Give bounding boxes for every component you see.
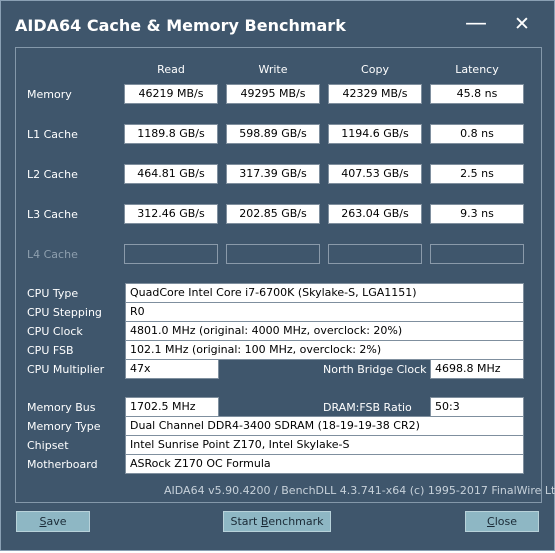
row-label-l2: L2 Cache — [27, 168, 78, 181]
cpu-fsb-value: 102.1 MHz (original: 100 MHz, overclock:… — [125, 340, 524, 360]
l3-copy: 263.04 GB/s — [328, 204, 422, 224]
l2-copy: 407.53 GB/s — [328, 164, 422, 184]
memory-type-label: Memory Type — [27, 420, 101, 433]
motherboard-label: Motherboard — [27, 458, 98, 471]
col-header-read: Read — [157, 63, 185, 76]
cpu-clock-value: 4801.0 MHz (original: 4000 MHz, overcloc… — [125, 321, 524, 341]
nb-clock-label: North Bridge Clock — [323, 363, 427, 376]
row-label-memory: Memory — [27, 88, 72, 101]
memory-write: 49295 MB/s — [226, 84, 320, 104]
window-title: AIDA64 Cache & Memory Benchmark — [15, 16, 346, 35]
save-button[interactable]: Save — [16, 511, 90, 532]
l3-latency: 9.3 ns — [430, 204, 524, 224]
bench-label-start: Start — [230, 515, 261, 528]
cpu-clock-label: CPU Clock — [27, 325, 83, 338]
col-header-write: Write — [258, 63, 288, 76]
l1-copy: 1194.6 GB/s — [328, 124, 422, 144]
row-label-l3: L3 Cache — [27, 208, 78, 221]
l1-latency: 0.8 ns — [430, 124, 524, 144]
col-header-latency: Latency — [455, 63, 499, 76]
cpu-type-label: CPU Type — [27, 287, 79, 300]
chipset-value: Intel Sunrise Point Z170, Intel Skylake-… — [125, 435, 524, 455]
memory-bus-value: 1702.5 MHz — [125, 397, 219, 417]
cpu-multiplier-label: CPU Multiplier — [27, 363, 105, 376]
memory-latency: 45.8 ns — [430, 84, 524, 104]
cpu-fsb-label: CPU FSB — [27, 344, 74, 357]
memory-bus-label: Memory Bus — [27, 401, 96, 414]
version-footer: AIDA64 v5.90.4200 / BenchDLL 4.3.741-x64… — [164, 484, 555, 497]
cpu-multiplier-value: 47x — [125, 359, 219, 379]
cpu-type-value: QuadCore Intel Core i7-6700K (Skylake-S,… — [125, 283, 524, 303]
title-bar: AIDA64 Cache & Memory Benchmark — ✕ — [1, 1, 554, 47]
close-icon[interactable]: ✕ — [509, 12, 535, 36]
l3-write: 202.85 GB/s — [226, 204, 320, 224]
l4-write — [226, 244, 320, 264]
l1-read: 1189.8 GB/s — [124, 124, 218, 144]
motherboard-value: ASRock Z170 OC Formula — [125, 454, 524, 474]
save-label-rest: ave — [46, 515, 67, 528]
memory-read: 46219 MB/s — [124, 84, 218, 104]
col-header-copy: Copy — [361, 63, 389, 76]
l4-latency — [430, 244, 524, 264]
nb-clock-value: 4698.8 MHz — [430, 359, 524, 379]
start-benchmark-button[interactable]: Start Benchmark — [223, 511, 331, 532]
close-button[interactable]: Close — [465, 511, 539, 532]
memory-copy: 42329 MB/s — [328, 84, 422, 104]
l2-latency: 2.5 ns — [430, 164, 524, 184]
dram-ratio-value: 50:3 — [430, 397, 524, 417]
l2-read: 464.81 GB/s — [124, 164, 218, 184]
row-label-l1: L1 Cache — [27, 128, 78, 141]
close-mnemonic: C — [487, 515, 495, 528]
memory-type-value: Dual Channel DDR4-3400 SDRAM (18-19-19-3… — [125, 416, 524, 436]
l3-read: 312.46 GB/s — [124, 204, 218, 224]
chipset-label: Chipset — [27, 439, 69, 452]
close-label-rest: lose — [494, 515, 517, 528]
minimize-icon[interactable]: — — [463, 12, 489, 36]
l1-write: 598.89 GB/s — [226, 124, 320, 144]
cpu-stepping-value: R0 — [125, 302, 524, 322]
dram-ratio-label: DRAM:FSB Ratio — [323, 401, 412, 414]
l2-write: 317.39 GB/s — [226, 164, 320, 184]
row-label-l4: L4 Cache — [27, 248, 78, 261]
l4-copy — [328, 244, 422, 264]
l4-read — [124, 244, 218, 264]
benchmark-window: AIDA64 Cache & Memory Benchmark — ✕ Read… — [0, 0, 555, 551]
cpu-stepping-label: CPU Stepping — [27, 306, 102, 319]
bench-label-rest: enchmark — [268, 515, 324, 528]
